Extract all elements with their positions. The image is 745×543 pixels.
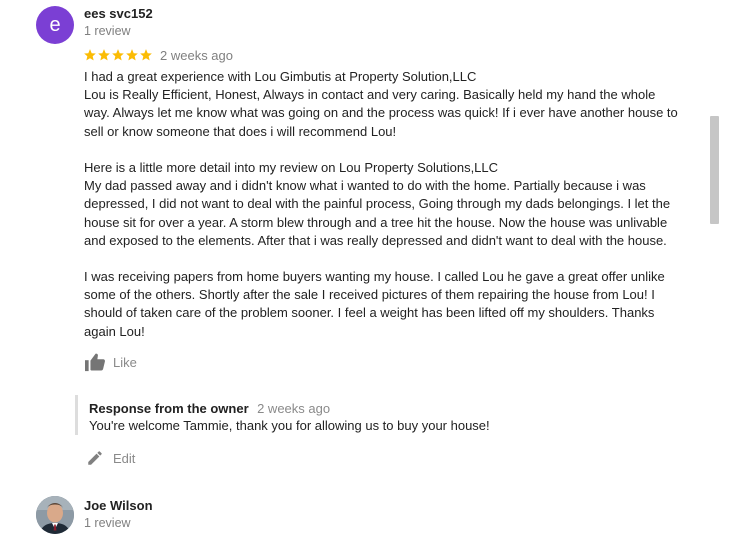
review-text-line: I had a great experience with Lou Gimbut… [84, 69, 477, 84]
rating-row: 2 weeks ago [83, 46, 233, 64]
review-time: 2 weeks ago [160, 47, 233, 63]
like-label: Like [113, 354, 137, 370]
review-text-line: depressed, I did not want to deal with t… [84, 196, 671, 212]
star-icon [111, 48, 125, 62]
review-text-line: some of the others. Shortly after the sa… [84, 287, 655, 303]
owner-response: Response from the owner 2 weeks ago You'… [75, 395, 638, 435]
avatar-letter: e [49, 14, 61, 36]
review-text-line: house sit for over a year. A storm blew … [84, 214, 668, 230]
like-button[interactable]: Like [84, 352, 137, 372]
star-icon [83, 48, 97, 62]
review-text-line: My dad passed away and i didn't know wha… [84, 178, 646, 194]
review-text-line: and exposed to the elements. After that … [84, 232, 667, 248]
person-avatar-image [36, 496, 74, 534]
review-text-line: should of taken care of the problem soon… [84, 305, 655, 321]
reviewer-name[interactable]: Joe Wilson [84, 498, 153, 513]
star-icon [97, 48, 111, 62]
review-text-line: way. Always let me know what was going o… [84, 105, 678, 121]
owner-response-text: You're welcome Tammie, thank you for all… [89, 418, 490, 433]
pencil-icon [88, 451, 102, 465]
review-text-line: again Lou! [84, 323, 145, 339]
reviewer-review-count: 1 review [84, 516, 131, 530]
star-icon [125, 48, 139, 62]
edit-label: Edit [113, 450, 136, 466]
avatar-photo[interactable] [36, 496, 74, 534]
review-text-line: sell or know someone that does i will re… [84, 123, 397, 139]
review-text-line: I was receiving papers from home buyers … [84, 269, 665, 285]
review-text-line: Here is a little more detail into my rev… [84, 159, 499, 175]
star-icon [139, 48, 153, 62]
owner-response-time: 2 weeks ago [257, 401, 331, 416]
reviewer-review-count: 1 review [84, 24, 131, 38]
owner-response-header: Response from the owner 2 weeks ago [89, 400, 330, 418]
edit-response-button[interactable]: Edit [86, 448, 135, 468]
thumbs-up-icon [85, 353, 105, 372]
avatar[interactable]: e [36, 6, 74, 44]
review-text: I had a great experience with Lou Gimbut… [84, 68, 714, 341]
reviewer-name[interactable]: ees svc152 [84, 6, 153, 21]
owner-response-heading: Response from the owner [89, 401, 249, 416]
scrollbar-thumb[interactable] [710, 116, 719, 224]
star-rating [83, 48, 153, 62]
review-text-line: Lou is Really Efficient, Honest, Always … [84, 87, 656, 103]
